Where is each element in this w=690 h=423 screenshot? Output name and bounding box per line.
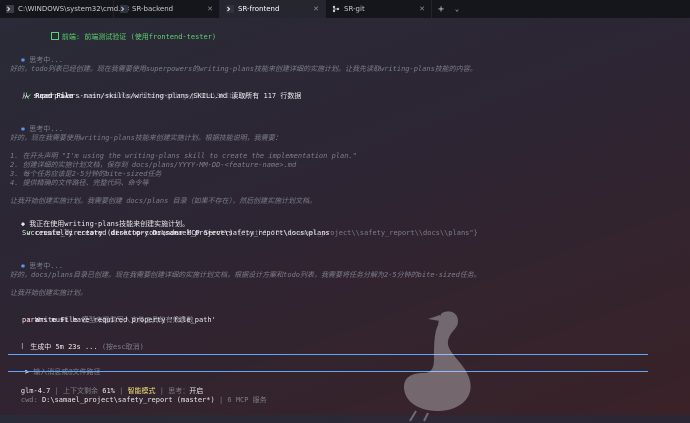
thinking-text: 好的，现在我需要使用writing-plans技能来创建实施计划。根据技能说明，…: [10, 134, 282, 142]
tab-label: SR-backend: [132, 5, 174, 13]
tab-sr-frontend[interactable]: SR-frontend ✕: [220, 0, 326, 18]
thinking-text: 让我开始创建实施计划。: [10, 289, 87, 297]
tab-sr-backend[interactable]: SR-backend ✕: [114, 0, 220, 18]
step-item: 4. 提供精确的文件路径、完整代码、命令等: [10, 179, 149, 187]
goose-watermark: [404, 311, 471, 422]
close-icon[interactable]: ✕: [419, 5, 425, 13]
tool-result: Successfully created directory D:\samael…: [22, 229, 330, 237]
tab-bar: C:\WINDOWS\system32\cmd. ✕ SR-backend ✕ …: [0, 0, 690, 18]
new-tab-button[interactable]: +: [432, 0, 450, 18]
sparkle-icon: ✱: [20, 262, 26, 270]
sparkle-icon: ✱: [20, 125, 26, 133]
thinking-text: 好的，todo列表已经创建。现在我需要使用superpowers的writing…: [10, 65, 477, 73]
terminal-output: 前端: 前端测试验证 (使用frontend-tester) ✱ 思考中... …: [0, 18, 690, 422]
step-item: 1. 在开头声明 "I'm using the writing-plans sk…: [10, 152, 357, 160]
tab-cmd[interactable]: C:\WINDOWS\system32\cmd. ✕: [0, 0, 130, 18]
thinking-text: 让我开始创建实施计划。我需要创建 docs/plans 目录（如果不存在），然后…: [10, 197, 317, 205]
spinner-icon: ⠇: [20, 343, 26, 351]
terminal-icon: [226, 5, 234, 13]
terminal-icon: [120, 5, 128, 13]
read-file-result: 从 superpowers-main/skills/writing-plans/…: [22, 92, 302, 100]
cmd-icon: [6, 5, 14, 13]
git-icon: [332, 5, 340, 13]
tab-label: SR-git: [344, 5, 365, 13]
step-item: 3. 每个任务应该是2-5分钟的bite-sized任务: [10, 170, 162, 178]
checkbox-icon: [50, 32, 59, 40]
input-placeholder[interactable]: 输入消息或@文件路径: [33, 368, 100, 376]
tab-sr-git[interactable]: SR-git ✕: [326, 0, 432, 18]
tab-label: C:\WINDOWS\system32\cmd.: [18, 5, 121, 13]
input-border-top: [8, 354, 648, 355]
input-border-bottom: [8, 371, 648, 372]
tab-label: SR-frontend: [238, 5, 280, 13]
step-item: 2. 创建详细的实施计划文档，保存到 docs/plans/YYYY-MM-DD…: [10, 161, 297, 169]
cwd-line: cwd: D:\samael_project\safety_report (ma…: [20, 396, 267, 404]
sparkle-icon: ✱: [20, 56, 26, 64]
prompt-symbol: >: [24, 368, 30, 376]
close-icon[interactable]: ✕: [313, 5, 319, 13]
write-file-error: params must have required property 'file…: [22, 316, 216, 324]
close-icon[interactable]: ✕: [207, 5, 213, 13]
thinking-text: 好的，docs/plans目录已创建。现在我需要创建详细的实施计划文档，根据设计…: [10, 271, 481, 279]
chevron-down-icon[interactable]: ⌄: [450, 0, 464, 18]
generating-status: ⠇ 生成中 5m 23s ... (按esc取消): [20, 343, 144, 351]
